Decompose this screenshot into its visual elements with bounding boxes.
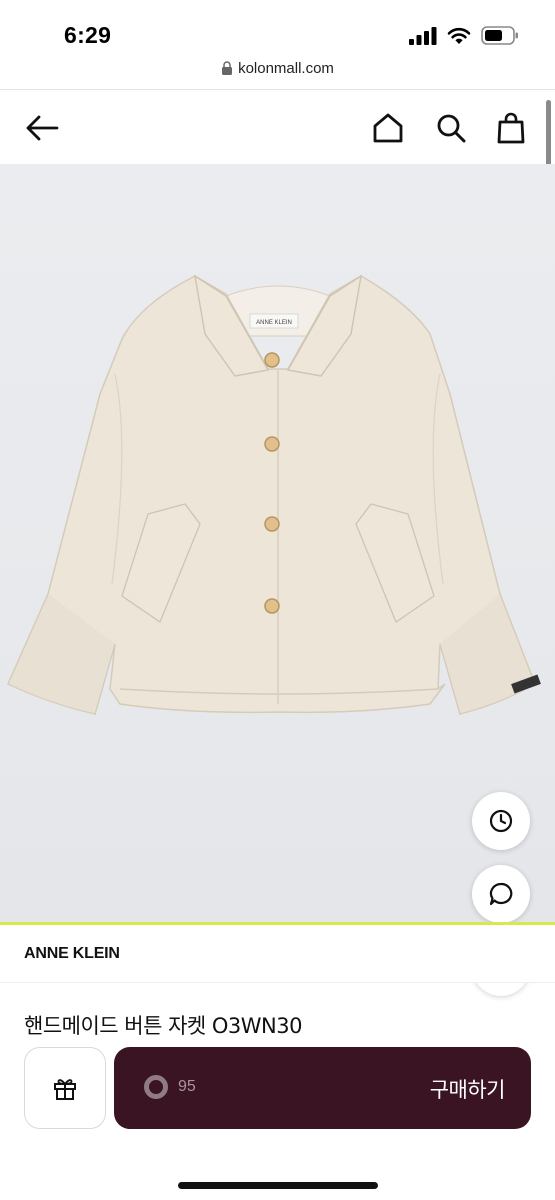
purchase-bar: 95 구매하기 — [0, 1040, 555, 1200]
cart-button[interactable] — [491, 108, 531, 148]
brand-row[interactable]: ANNE KLEIN — [0, 925, 555, 983]
buy-count: 95 — [178, 1078, 196, 1095]
gift-icon — [54, 1079, 76, 1100]
recent-viewed-button[interactable] — [472, 792, 530, 850]
search-icon — [437, 114, 466, 143]
back-button[interactable] — [22, 108, 62, 148]
buy-button[interactable]: 95 구매하기 — [114, 1047, 531, 1129]
home-icon — [373, 113, 403, 143]
home-indicator — [178, 1182, 378, 1189]
wifi-icon — [447, 27, 471, 44]
brand-name[interactable]: ANNE KLEIN — [24, 945, 120, 963]
signal-icon — [409, 26, 437, 45]
product-title: 핸드메이드 버튼 자켓 O3WN30 — [24, 1014, 303, 1038]
search-button[interactable] — [431, 108, 471, 148]
jacket-brand-tag: ANNE KLEIN — [256, 320, 292, 326]
lock-icon — [222, 61, 233, 75]
chat-button[interactable] — [472, 865, 530, 923]
home-button[interactable] — [368, 108, 408, 148]
buy-button-label: 구매하기 — [429, 1078, 506, 1102]
chat-bubble-icon — [489, 882, 513, 906]
app-header — [0, 90, 555, 164]
gift-button[interactable] — [24, 1047, 106, 1129]
jacket-illustration: ANNE KLEIN — [6, 274, 541, 715]
status-time: 6:29 — [64, 22, 112, 48]
arrow-left-icon — [26, 115, 59, 141]
url-container: kolonmall.com — [0, 60, 555, 77]
clock-icon — [489, 809, 513, 833]
status-icons — [409, 26, 519, 45]
battery-icon — [481, 26, 518, 45]
product-image[interactable]: ANNE KLEIN — [0, 164, 555, 924]
browser-url-bar[interactable]: kolonmall.com — [0, 56, 555, 90]
loading-ring-icon — [144, 1075, 168, 1099]
shopping-bag-icon — [497, 112, 525, 144]
url-text[interactable]: kolonmall.com — [238, 60, 334, 77]
status-bar: 6:29 — [0, 0, 555, 56]
